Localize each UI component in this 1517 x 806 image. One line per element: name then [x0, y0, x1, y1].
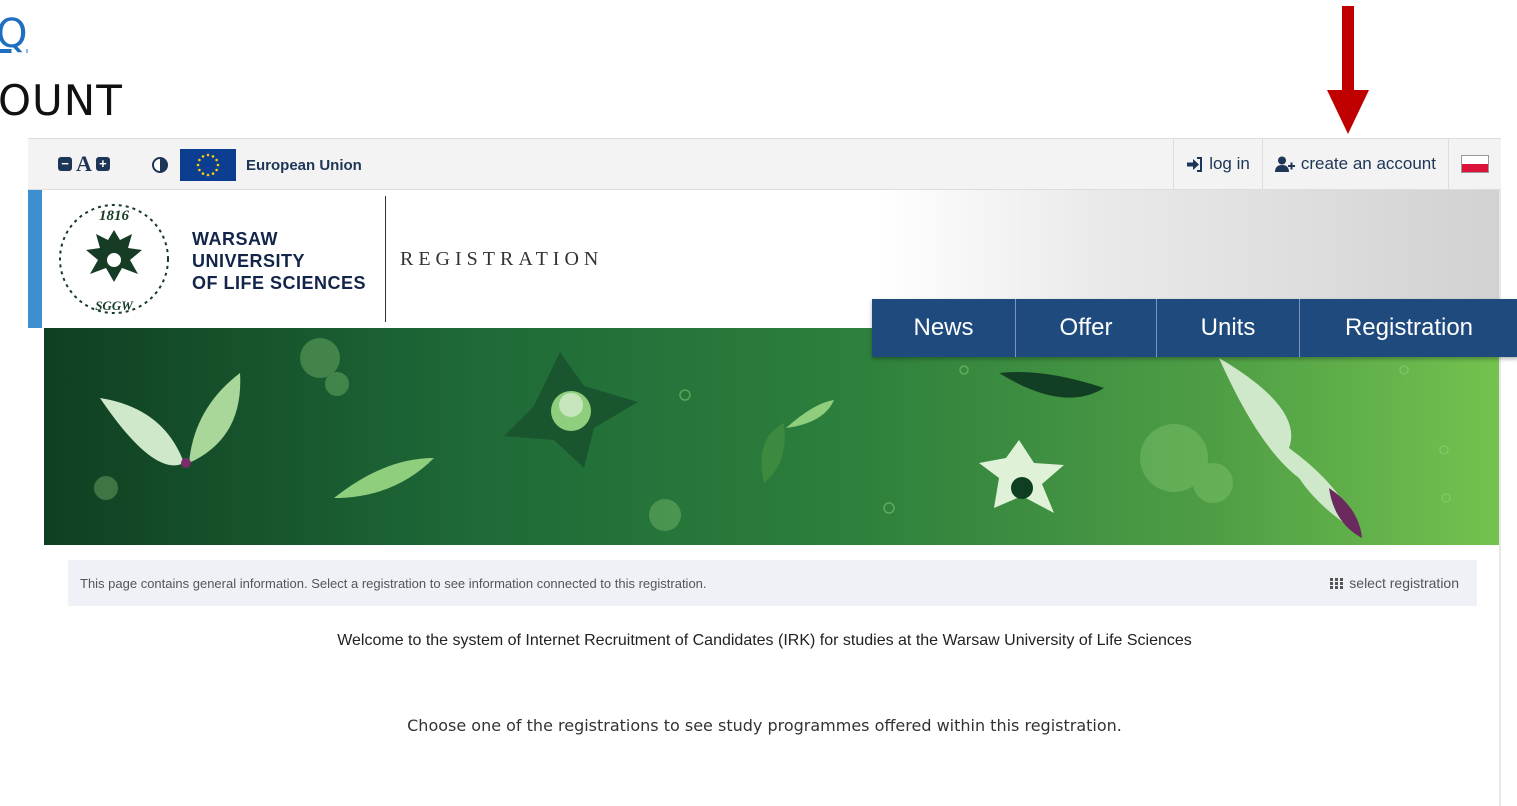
frame-edge	[1499, 190, 1501, 806]
eu-label[interactable]: European Union	[246, 157, 362, 174]
university-name-line-1: WARSAW	[192, 229, 278, 249]
language-switch[interactable]	[1448, 139, 1501, 189]
font-size-icon: A	[76, 151, 92, 176]
main-nav: News Offer Units Registration	[872, 299, 1517, 357]
university-name-line-3: OF LIFE SCIENCES	[192, 273, 367, 293]
eu-flag-icon[interactable]	[180, 149, 236, 181]
header-accent-bar	[28, 190, 42, 328]
login-link[interactable]: log in	[1173, 139, 1262, 189]
nav-registration[interactable]: Registration	[1300, 299, 1517, 357]
nav-offer[interactable]: Offer	[1016, 299, 1157, 357]
sign-in-icon	[1187, 156, 1203, 172]
increase-font-button[interactable]: +	[95, 157, 110, 171]
decrease-font-button[interactable]: −	[58, 157, 72, 171]
grid-icon	[1330, 577, 1345, 589]
info-message: This page contains general information. …	[80, 576, 707, 591]
banner-illustration	[94, 338, 1451, 538]
select-registration-button[interactable]: select registration	[1330, 575, 1459, 591]
choose-registration-message: Choose one of the registrations to see s…	[407, 716, 1122, 735]
university-name: WARSAW UNIVERSITY OF LIFE SCIENCES	[192, 228, 366, 294]
font-size-controls: − A +	[58, 151, 110, 176]
top-utility-bar: − A + European Union log in create an ac…	[28, 138, 1501, 190]
website-frame: − A + European Union log in create an ac…	[28, 138, 1517, 806]
section-title: REGISTRATION	[400, 248, 604, 270]
welcome-message: Welcome to the system of Internet Recrui…	[337, 632, 1192, 649]
slide-fragment-bottom: OUNT	[0, 76, 123, 125]
contrast-toggle-icon[interactable]	[152, 157, 168, 173]
login-label: log in	[1209, 154, 1250, 173]
create-account-link[interactable]: create an account	[1261, 139, 1448, 189]
header-divider	[385, 196, 386, 322]
seal-abbrev: SGGW	[95, 298, 134, 313]
red-arrow-annotation	[1327, 6, 1369, 134]
slide-fragment-top: Q	[0, 11, 28, 57]
decorative-banner	[44, 328, 1501, 545]
university-name-line-2: UNIVERSITY	[192, 251, 306, 271]
select-registration-label: select registration	[1349, 575, 1459, 591]
university-seal-logo[interactable]: 1816 SGGW	[54, 202, 174, 317]
info-bar: This page contains general information. …	[68, 560, 1477, 606]
nav-units[interactable]: Units	[1157, 299, 1300, 357]
create-account-label: create an account	[1300, 154, 1436, 173]
account-links: log in create an account	[1173, 139, 1501, 189]
nav-news[interactable]: News	[872, 299, 1016, 357]
polish-flag-icon	[1461, 155, 1489, 173]
user-plus-icon	[1274, 156, 1295, 172]
seal-year: 1816	[99, 208, 130, 224]
